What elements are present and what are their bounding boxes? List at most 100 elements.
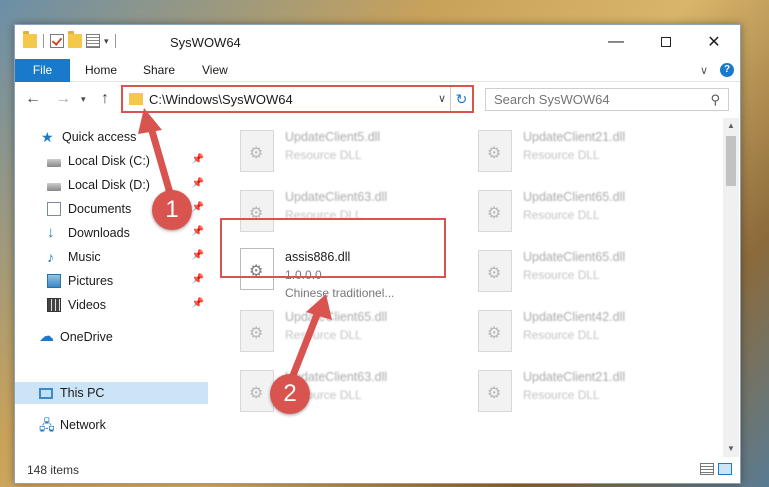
- file-tile-assis886[interactable]: assis886.dll 1.0.0.0 Chinese traditionel…: [237, 244, 467, 300]
- file-name: UpdateClient21.dll: [523, 370, 626, 384]
- scroll-thumb[interactable]: [726, 136, 736, 186]
- sidebar-item-network[interactable]: 🖧 Network: [15, 414, 208, 436]
- title-bar: ▾ SysWOW64 — ✕: [15, 25, 740, 59]
- sidebar-item-this-pc[interactable]: This PC: [15, 382, 208, 404]
- properties-check-icon[interactable]: [50, 34, 64, 48]
- dll-file-icon: [478, 370, 512, 412]
- pictures-icon: [47, 274, 61, 288]
- details-view-icon[interactable]: [700, 463, 714, 475]
- file-name: UpdateClient65.dll: [285, 310, 388, 324]
- maximize-icon: [661, 37, 671, 47]
- sidebar-item-label: Music: [68, 250, 101, 264]
- sidebar-item-onedrive[interactable]: ☁ OneDrive: [15, 326, 208, 348]
- dll-file-icon: [478, 310, 512, 352]
- file-description: Resource DLL: [285, 148, 362, 162]
- tab-file[interactable]: File: [15, 59, 70, 82]
- vertical-scrollbar[interactable]: ▲ ▼: [723, 118, 739, 457]
- scroll-up-icon[interactable]: ▲: [723, 118, 739, 134]
- pin-icon[interactable]: 📌: [192, 178, 204, 189]
- tiles-view-icon[interactable]: [718, 463, 732, 475]
- new-folder-icon[interactable]: [68, 31, 82, 48]
- sidebar-item-label: Videos: [68, 298, 106, 312]
- window-title: SysWOW64: [170, 35, 241, 50]
- file-tile[interactable]: UpdateClient65.dll Resource DLL: [475, 246, 705, 298]
- refresh-icon[interactable]: ↻: [450, 87, 472, 111]
- pin-icon[interactable]: 📌: [192, 226, 204, 237]
- pin-icon[interactable]: 📌: [192, 154, 204, 165]
- dll-file-icon: [478, 130, 512, 172]
- address-path[interactable]: C:\Windows\SysWOW64: [149, 92, 293, 107]
- sidebar-item-pictures[interactable]: Pictures 📌: [15, 270, 208, 292]
- sidebar-item-label: Documents: [68, 202, 132, 216]
- toolbar-divider: [43, 34, 44, 48]
- ribbon-tabs: File Home Share View ∨ ?: [15, 59, 740, 82]
- help-icon[interactable]: ?: [720, 63, 734, 77]
- quick-access-toolbar: ▾: [23, 31, 118, 48]
- file-tile[interactable]: UpdateClient21.dll Resource DLL: [475, 126, 705, 178]
- file-tile[interactable]: UpdateClient5.dll Resource DLL: [237, 126, 467, 178]
- file-name: assis886.dll: [285, 250, 351, 264]
- tab-share[interactable]: Share: [143, 59, 175, 82]
- file-description: Resource DLL: [523, 328, 600, 342]
- dll-file-icon: [240, 130, 274, 172]
- file-description: Resource DLL: [523, 388, 600, 402]
- dll-file-icon: [240, 310, 274, 352]
- file-description: Resource DLL: [285, 328, 362, 342]
- sidebar-item-label: Quick access: [62, 130, 137, 144]
- step-1-badge: 1: [152, 190, 192, 230]
- address-bar[interactable]: C:\Windows\SysWOW64 ∨ ↻: [121, 85, 474, 113]
- folder-icon: [129, 93, 143, 105]
- view-toggle: [700, 463, 732, 475]
- close-button[interactable]: ✕: [690, 25, 738, 59]
- expand-ribbon-icon[interactable]: ∨: [700, 64, 708, 77]
- file-description: Chinese traditionel...: [285, 286, 395, 300]
- cloud-icon: ☁: [39, 328, 54, 345]
- download-icon: ↓: [47, 224, 55, 241]
- sidebar-item-label: OneDrive: [60, 330, 113, 344]
- file-tile[interactable]: UpdateClient65.dll Resource DLL: [237, 306, 467, 358]
- maximize-button[interactable]: [642, 25, 690, 59]
- disk-icon: [47, 182, 61, 191]
- sidebar-item-quick-access[interactable]: ★ Quick access: [15, 126, 208, 148]
- chevron-down-icon[interactable]: ∨: [438, 92, 446, 105]
- sidebar-item-videos[interactable]: Videos 📌: [15, 294, 208, 316]
- sidebar-item-label: Pictures: [68, 274, 114, 288]
- search-icon[interactable]: ⚲: [710, 92, 720, 108]
- customize-toolbar-icon[interactable]: [86, 34, 100, 48]
- dll-file-icon: [478, 190, 512, 232]
- computer-icon: [39, 387, 53, 399]
- back-arrow-icon[interactable]: ←: [25, 90, 41, 108]
- videos-icon: [47, 298, 61, 312]
- sidebar-item-music[interactable]: ♪ Music 📌: [15, 246, 208, 268]
- up-arrow-icon[interactable]: ↑: [101, 90, 109, 108]
- search-input[interactable]: [486, 89, 696, 110]
- file-name: UpdateClient63.dll: [285, 190, 388, 204]
- chevron-down-icon[interactable]: ▾: [104, 36, 109, 47]
- tab-home[interactable]: Home: [85, 59, 117, 82]
- sidebar-item-label: Local Disk (D:): [68, 178, 150, 192]
- file-version: 1.0.0.0: [285, 268, 322, 282]
- minimize-button[interactable]: —: [592, 25, 640, 59]
- file-tile[interactable]: UpdateClient42.dll Resource DLL: [475, 306, 705, 358]
- pin-icon[interactable]: 📌: [192, 274, 204, 285]
- search-box[interactable]: ⚲: [485, 88, 729, 111]
- recent-locations-icon[interactable]: ▾: [81, 94, 86, 105]
- sidebar-item-label: Downloads: [68, 226, 130, 240]
- dll-file-icon: [240, 370, 274, 412]
- file-tile[interactable]: UpdateClient63.dll Resource DLL: [237, 186, 467, 238]
- forward-arrow-icon[interactable]: →: [55, 90, 71, 108]
- sidebar-item-local-disk-c[interactable]: Local Disk (C:) 📌: [15, 150, 208, 172]
- explorer-window: ▾ SysWOW64 — ✕ File Home Share View ∨ ? …: [14, 24, 741, 484]
- pin-icon[interactable]: 📌: [192, 250, 204, 261]
- status-bar: 148 items: [15, 457, 740, 483]
- address-row: ← → ▾ ↑ C:\Windows\SysWOW64 ∨ ↻ ⚲: [15, 82, 740, 118]
- file-tile[interactable]: UpdateClient21.dll Resource DLL: [475, 366, 705, 418]
- pin-icon[interactable]: 📌: [192, 298, 204, 309]
- file-description: Resource DLL: [523, 268, 600, 282]
- file-name: UpdateClient5.dll: [285, 130, 381, 144]
- tab-view[interactable]: View: [202, 59, 228, 82]
- file-description: Resource DLL: [523, 148, 600, 162]
- file-tile[interactable]: UpdateClient65.dll Resource DLL: [475, 186, 705, 238]
- pin-icon[interactable]: 📌: [192, 202, 204, 213]
- scroll-down-icon[interactable]: ▼: [723, 441, 739, 457]
